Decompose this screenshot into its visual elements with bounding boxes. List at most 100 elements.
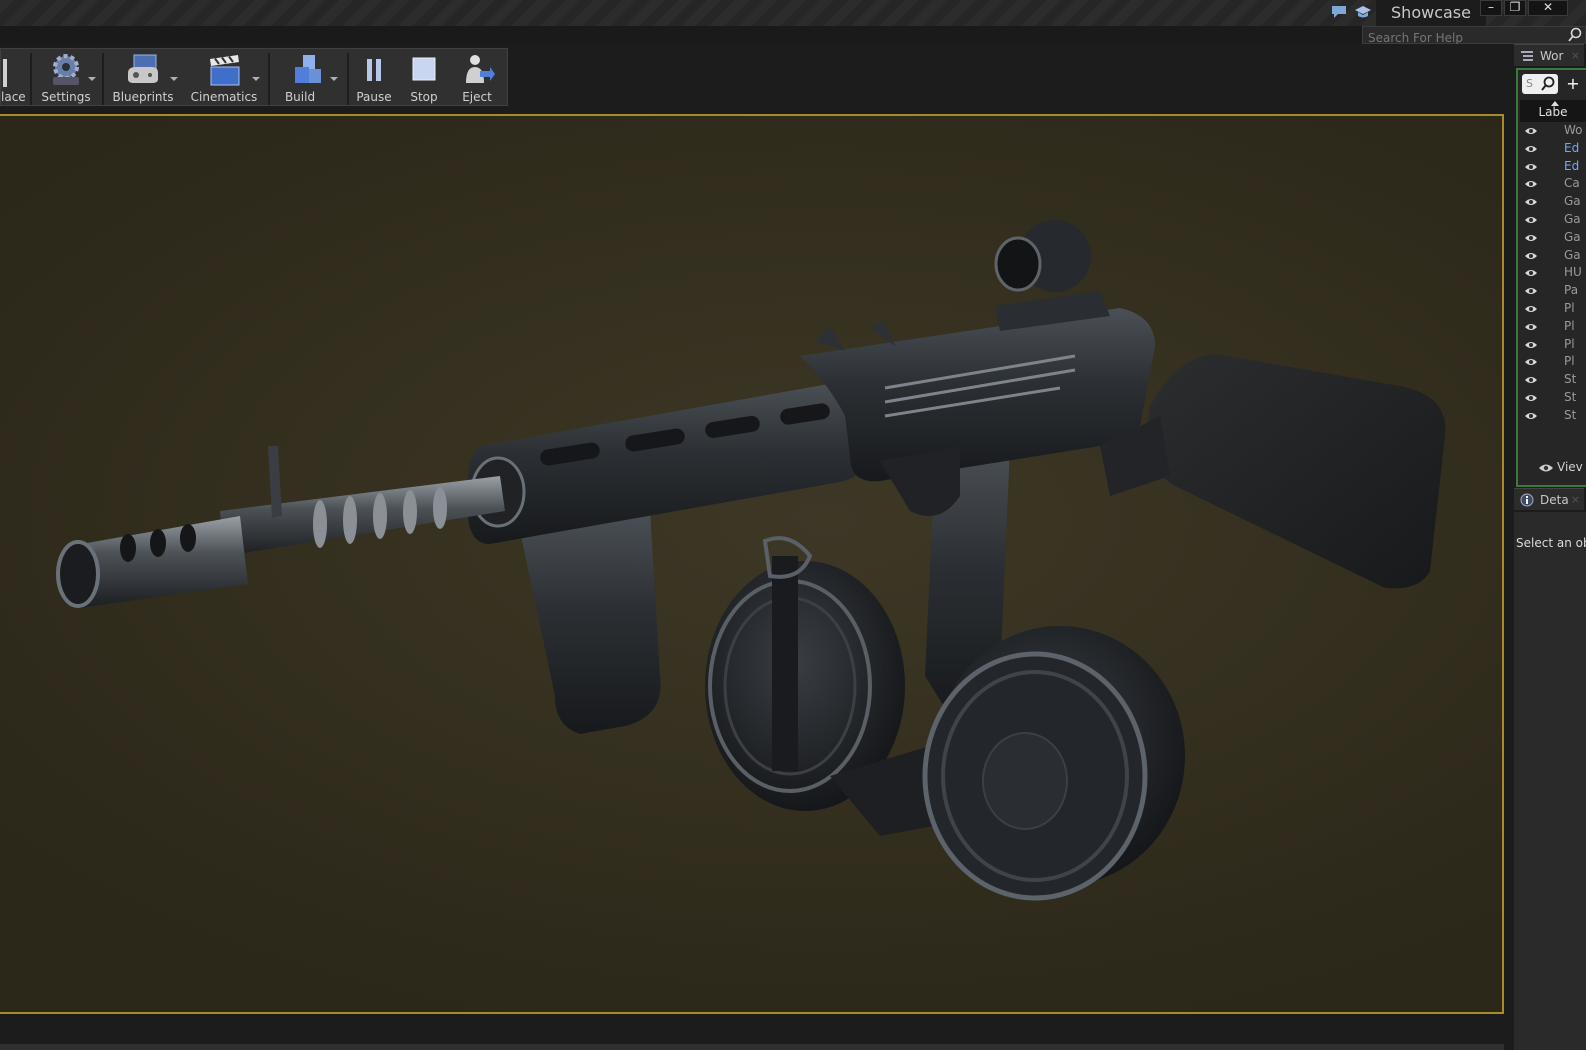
settings-dropdown-icon[interactable]: [88, 77, 96, 81]
graduation-cap-icon[interactable]: [1354, 4, 1372, 20]
pause-button[interactable]: Pause: [351, 49, 397, 107]
settings-button[interactable]: Settings: [34, 49, 98, 107]
help-search: [1362, 26, 1586, 46]
outliner-row[interactable]: Pa: [1518, 282, 1586, 300]
visibility-eye-icon[interactable]: [1524, 375, 1538, 385]
visibility-eye-icon[interactable]: [1524, 179, 1538, 189]
close-tab-icon[interactable]: ×: [1571, 45, 1580, 66]
outliner-row-label: Ga: [1564, 247, 1581, 262]
editor-window: Showcase – ❐ ✕ lace: [0, 0, 1586, 1050]
visibility-eye-icon[interactable]: [1524, 215, 1538, 225]
place-label: lace: [1, 90, 26, 104]
stop-button[interactable]: Stop: [401, 49, 447, 107]
outliner-search-placeholder: S: [1526, 77, 1533, 90]
search-icon[interactable]: [1567, 27, 1583, 43]
outliner-row[interactable]: Pl: [1518, 336, 1586, 354]
level-viewport[interactable]: [0, 114, 1504, 1014]
blueprints-dropdown-icon[interactable]: [170, 77, 178, 81]
outliner-row[interactable]: St: [1518, 407, 1586, 425]
outliner-search-input[interactable]: S: [1522, 74, 1558, 94]
minimize-button[interactable]: –: [1480, 0, 1502, 16]
outliner-list-icon: [1521, 51, 1533, 61]
stop-label: Stop: [410, 90, 438, 104]
blueprints-icon: [128, 54, 158, 83]
build-blocks-icon: [295, 55, 321, 83]
outliner-row-label: Ed: [1564, 140, 1580, 155]
visibility-eye-icon[interactable]: [1524, 233, 1538, 243]
outliner-row[interactable]: Pl: [1518, 318, 1586, 336]
blueprints-button[interactable]: Blueprints: [106, 49, 180, 107]
settings-label: Settings: [41, 90, 91, 104]
visibility-eye-icon[interactable]: [1524, 251, 1538, 261]
title-bar: Showcase – ❐ ✕: [0, 0, 1586, 26]
outliner-row[interactable]: Ga: [1518, 247, 1586, 265]
outliner-row-label: Pl: [1564, 354, 1575, 369]
outliner-row-label: Pl: [1564, 301, 1575, 315]
place-button[interactable]: lace: [1, 49, 29, 107]
outliner-row-label: Pl: [1564, 336, 1575, 351]
cinematics-button[interactable]: Cinematics: [184, 49, 264, 107]
visibility-eye-icon[interactable]: [1524, 393, 1538, 403]
toolbar-separator: [102, 53, 104, 105]
tab-world-outliner[interactable]: Wor ×: [1514, 44, 1584, 66]
label-column-text: Labe: [1538, 105, 1568, 119]
visibility-eye-icon[interactable]: [1524, 357, 1538, 367]
outliner-row[interactable]: Ed: [1518, 158, 1586, 176]
close-tab-icon[interactable]: ×: [1571, 489, 1580, 510]
close-button[interactable]: ✕: [1528, 0, 1568, 16]
blueprints-label: Blueprints: [112, 90, 174, 104]
outliner-row[interactable]: Wo: [1518, 122, 1586, 140]
details-panel: Select an obj: [1514, 512, 1586, 1050]
visibility-eye-icon[interactable]: [1524, 162, 1538, 172]
outliner-row-label: Pa: [1564, 283, 1579, 298]
main-toolbar: lace Settings Blueprints Cinematics Buil…: [0, 48, 508, 106]
outliner-row-label: St: [1564, 372, 1577, 387]
cinematics-label: Cinematics: [190, 90, 258, 104]
eject-label: Eject: [462, 90, 492, 104]
outliner-row[interactable]: HU: [1518, 264, 1586, 282]
visibility-eye-icon[interactable]: [1524, 340, 1538, 350]
add-actor-button[interactable]: +: [1564, 75, 1582, 93]
cinematics-dropdown-icon[interactable]: [252, 77, 260, 81]
sort-ascending-icon: [1551, 101, 1559, 106]
visibility-eye-icon[interactable]: [1524, 144, 1538, 154]
chat-icon[interactable]: [1330, 4, 1348, 20]
details-tab-label: Deta: [1540, 493, 1569, 507]
outliner-row[interactable]: Pl: [1518, 300, 1586, 318]
outliner-row-label: Ga: [1564, 229, 1581, 244]
outliner-row[interactable]: St: [1518, 371, 1586, 389]
outliner-row-label: St: [1564, 407, 1577, 422]
stop-icon: [412, 57, 436, 81]
weapon-model-render: [56, 220, 1446, 901]
outliner-row-label: HU: [1564, 265, 1582, 280]
build-button[interactable]: Build: [272, 49, 344, 107]
outliner-label-column-header[interactable]: Labe: [1520, 100, 1586, 122]
view-options-button[interactable]: Viev: [1538, 460, 1583, 474]
tab-details[interactable]: Deta ×: [1514, 488, 1584, 510]
visibility-eye-icon[interactable]: [1524, 286, 1538, 296]
visibility-eye-icon[interactable]: [1524, 126, 1538, 136]
outliner-row-label: Ga: [1564, 194, 1581, 209]
search-icon: [1541, 76, 1555, 91]
outliner-row[interactable]: Ca: [1518, 175, 1586, 193]
outliner-row[interactable]: Ed: [1518, 140, 1586, 158]
outliner-row[interactable]: St: [1518, 389, 1586, 407]
visibility-eye-icon[interactable]: [1524, 322, 1538, 332]
visibility-eye-icon[interactable]: [1524, 268, 1538, 278]
outliner-row-label: Pl: [1564, 318, 1575, 333]
restore-button[interactable]: ❐: [1504, 0, 1526, 16]
outliner-row[interactable]: Ga: [1518, 211, 1586, 229]
world-outliner-tab-label: Wor: [1540, 49, 1564, 63]
outliner-row[interactable]: Ga: [1518, 229, 1586, 247]
visibility-eye-icon[interactable]: [1524, 411, 1538, 421]
eject-button[interactable]: Eject: [451, 49, 503, 107]
visibility-eye-icon[interactable]: [1524, 197, 1538, 207]
visibility-eye-icon[interactable]: [1524, 304, 1538, 314]
outliner-row[interactable]: Ga: [1518, 193, 1586, 211]
build-dropdown-icon[interactable]: [330, 77, 338, 81]
pause-label: Pause: [356, 90, 392, 104]
eject-pawn-icon: [466, 55, 495, 83]
outliner-row-label: Ed: [1564, 158, 1580, 173]
outliner-row[interactable]: Pl: [1518, 353, 1586, 371]
bottom-tab-strip: [0, 1044, 1504, 1050]
